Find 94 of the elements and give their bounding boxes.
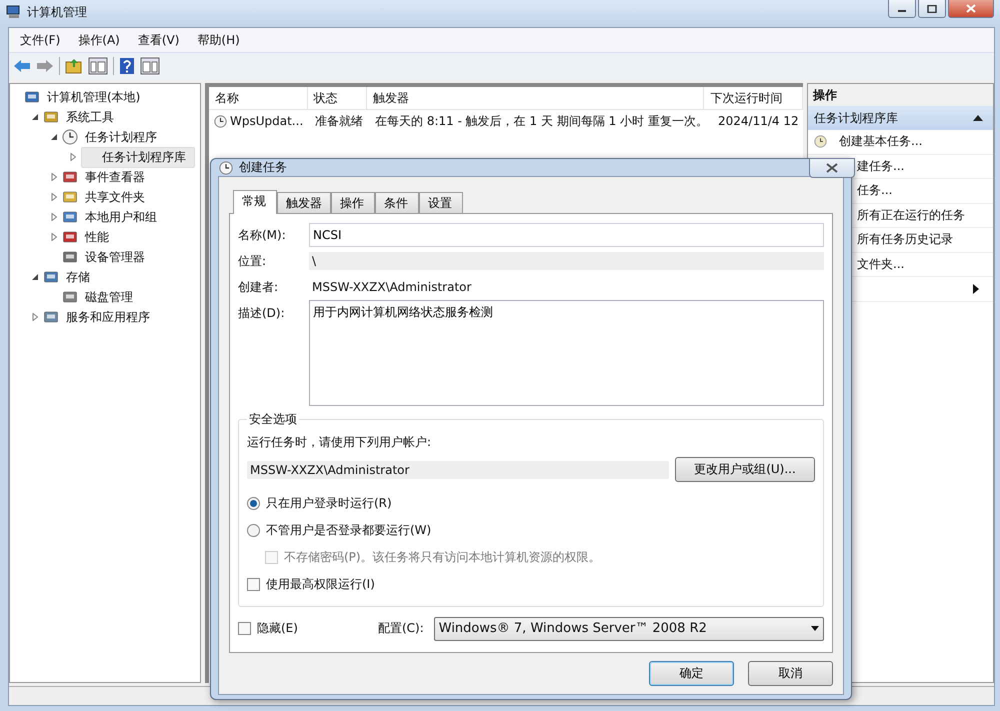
tree-item[interactable]: 计算机管理(本地) bbox=[44, 88, 144, 106]
tree-item[interactable]: 事件查看器 bbox=[82, 168, 148, 186]
tab[interactable]: 设置 bbox=[419, 192, 463, 213]
maximize-icon bbox=[927, 4, 937, 12]
folder-up-icon[interactable] bbox=[65, 58, 83, 74]
close-button[interactable] bbox=[948, 0, 994, 18]
tree-item[interactable]: 磁盘管理 bbox=[82, 288, 136, 306]
panel-icon[interactable] bbox=[140, 57, 160, 75]
option-label: 隐藏(E) bbox=[257, 620, 298, 637]
table-cell-text: 准备就绪 bbox=[314, 112, 364, 130]
checkbox[interactable] bbox=[247, 578, 260, 591]
clock-icon bbox=[814, 135, 827, 148]
menu-item[interactable]: 文件(F) bbox=[13, 32, 68, 48]
radio-button[interactable] bbox=[247, 524, 260, 537]
author-value: MSSW-XXZX\Administrator bbox=[311, 280, 472, 294]
forward-icon[interactable] bbox=[36, 58, 54, 74]
action-item[interactable]: 所有任务历史记录 bbox=[857, 231, 953, 248]
action-item[interactable]: 创建基本任务... bbox=[839, 133, 922, 150]
option-label: 使用最高权限运行(I) bbox=[266, 576, 375, 593]
change-user-button[interactable]: 更改用户或组(U)... bbox=[675, 457, 815, 482]
option-label: 不存储密码(P)。该任务将只有访问本地计算机资源的权限。 bbox=[284, 549, 601, 566]
checkbox[interactable] bbox=[238, 622, 251, 635]
pane-header: 操作 bbox=[808, 84, 993, 106]
field-label: 创建者: bbox=[238, 278, 280, 296]
tree-item[interactable]: 服务和应用程序 bbox=[63, 308, 153, 326]
computer-icon bbox=[6, 4, 22, 20]
group-title: 安全选项 bbox=[248, 411, 298, 428]
collapse-icon[interactable] bbox=[50, 133, 58, 141]
radio-button[interactable] bbox=[247, 497, 260, 510]
tab[interactable]: 条件 bbox=[375, 192, 419, 213]
cancel-button[interactable]: 取消 bbox=[748, 661, 833, 686]
column-header[interactable]: 触发器 bbox=[366, 87, 704, 109]
name-field[interactable]: NCSI bbox=[309, 223, 824, 247]
table-cell-text: WpsUpdat... bbox=[230, 114, 304, 128]
tab[interactable]: 常规 bbox=[233, 190, 277, 214]
tree-item[interactable]: 存储 bbox=[63, 268, 93, 286]
expand-icon[interactable] bbox=[50, 233, 58, 241]
clock-icon bbox=[214, 114, 227, 128]
field-label: 描述(D): bbox=[238, 305, 286, 322]
collapse-icon[interactable] bbox=[31, 113, 39, 121]
action-item[interactable]: 文件夹... bbox=[857, 256, 904, 273]
column-header[interactable]: 状态 bbox=[308, 87, 367, 109]
option-label: 只在用户登录时运行(R) bbox=[266, 495, 392, 512]
panel-icon[interactable] bbox=[88, 57, 108, 75]
tree-item[interactable]: 任务计划程序库 bbox=[81, 146, 195, 168]
menu-item[interactable]: 查看(V) bbox=[130, 32, 186, 48]
column-header[interactable]: 名称 bbox=[209, 87, 308, 109]
window-title: 计算机管理 bbox=[27, 4, 87, 20]
field-label: 位置: bbox=[238, 252, 268, 270]
description-field[interactable]: 用于内网计算机网络状态服务检测 bbox=[309, 300, 824, 406]
close-icon bbox=[826, 163, 838, 173]
menu-item[interactable]: 帮助(H) bbox=[190, 32, 247, 48]
field-label: 名称(M): bbox=[238, 226, 287, 244]
tree-item[interactable]: 任务计划程序 bbox=[82, 128, 160, 146]
column-header[interactable]: 下次运行时间 bbox=[704, 87, 803, 109]
action-item[interactable]: 所有正在运行的任务 bbox=[857, 206, 965, 224]
minimize-button[interactable] bbox=[888, 0, 916, 18]
user-account-field: MSSW-XXZX\Administrator bbox=[247, 460, 669, 478]
submenu-arrow-icon[interactable] bbox=[973, 284, 979, 294]
menu-item[interactable]: 操作(A) bbox=[71, 32, 127, 48]
tab[interactable]: 操作 bbox=[331, 192, 375, 213]
expand-icon[interactable] bbox=[69, 153, 77, 161]
option-label: 不管用户是否登录都要运行(W) bbox=[266, 522, 432, 539]
help-icon[interactable] bbox=[119, 57, 135, 75]
clock-icon bbox=[62, 129, 78, 145]
close-button[interactable] bbox=[809, 158, 855, 178]
action-item[interactable]: 任务... bbox=[857, 182, 892, 200]
tab[interactable]: 触发器 bbox=[277, 192, 331, 213]
back-icon[interactable] bbox=[13, 58, 31, 74]
ok-button[interactable]: 确定 bbox=[649, 661, 734, 686]
expand-icon[interactable] bbox=[31, 313, 39, 321]
tree-item[interactable]: 系统工具 bbox=[63, 108, 117, 126]
dialog-title: 创建任务 bbox=[239, 159, 287, 176]
collapse-icon[interactable] bbox=[973, 115, 983, 121]
maximize-button[interactable] bbox=[918, 0, 946, 18]
expand-icon[interactable] bbox=[50, 213, 58, 221]
dropdown-arrow-icon bbox=[811, 626, 819, 631]
tree-item[interactable]: 共享文件夹 bbox=[82, 188, 148, 206]
tree-item[interactable]: 设备管理器 bbox=[82, 248, 148, 266]
expand-icon[interactable] bbox=[50, 193, 58, 201]
location-field: \ bbox=[309, 252, 824, 270]
run-as-label: 运行任务时，请使用下列用户帐户: bbox=[247, 434, 432, 451]
table-cell-text: 在每天的 8:11 - 触发后，在 1 天 期间每隔 1 小时 重复一次。 bbox=[374, 112, 709, 130]
collapse-icon[interactable] bbox=[31, 273, 39, 281]
section-title: 任务计划程序库 bbox=[814, 110, 898, 126]
tree-item[interactable]: 性能 bbox=[82, 228, 112, 246]
config-dropdown[interactable]: Windows® 7, Windows Server™ 2008 R2 bbox=[434, 616, 824, 640]
expand-icon[interactable] bbox=[50, 173, 58, 181]
tree-item[interactable]: 本地用户和组 bbox=[82, 208, 160, 226]
section-header[interactable]: 任务计划程序库 bbox=[808, 106, 993, 130]
action-item[interactable]: 建任务... bbox=[857, 158, 904, 175]
field-label: 配置(C): bbox=[378, 620, 424, 637]
close-icon bbox=[966, 4, 976, 13]
table-cell-text: 2024/11/4 12 bbox=[717, 114, 800, 128]
